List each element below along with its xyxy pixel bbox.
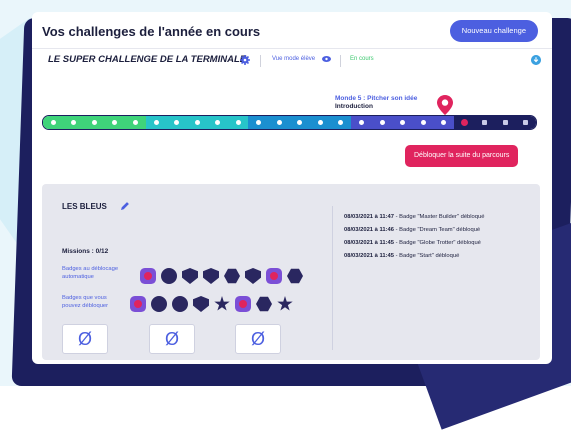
activity-log-item: 08/03/2021 à 11:47 - Badge "Master Build… — [344, 214, 485, 220]
badge-icon — [182, 268, 198, 284]
world-label: Monde 5 : Pitcher son idée — [335, 95, 418, 102]
progress-step[interactable] — [125, 116, 146, 129]
progress-step[interactable] — [43, 116, 64, 129]
step-dot — [317, 120, 323, 125]
progress-step[interactable] — [433, 116, 454, 129]
team-panel: LES BLEUS Missions : 0/12 Badges au débl… — [42, 184, 540, 360]
step-label: Introduction — [335, 103, 373, 110]
badge-icon — [245, 268, 261, 284]
gear-icon[interactable] — [240, 55, 250, 65]
step-dot — [153, 120, 159, 125]
challenge-row: LE SUPER CHALLENGE DE LA TERMINALE Vue m… — [48, 52, 541, 70]
progress-step[interactable] — [310, 116, 331, 129]
badge-icon[interactable] — [277, 296, 293, 311]
pencil-icon[interactable] — [120, 201, 130, 211]
progress-step[interactable] — [145, 116, 167, 129]
progress-step[interactable] — [515, 116, 536, 129]
step-dot — [215, 120, 221, 125]
badge-icon[interactable] — [172, 296, 188, 312]
badge-icon[interactable] — [130, 296, 146, 312]
step-dot — [400, 120, 406, 125]
progress-step[interactable] — [474, 116, 496, 129]
progress-step[interactable] — [269, 116, 290, 129]
activity-log-item: 08/03/2021 à 11:45 - Badge "Globe Trotte… — [344, 240, 481, 246]
unlockable-badges-row — [130, 296, 293, 312]
badge-icon[interactable] — [151, 296, 167, 312]
page-title: Vos challenges de l'année en cours — [42, 24, 261, 39]
panel-divider — [332, 206, 333, 350]
header-divider — [32, 48, 552, 49]
progress-step[interactable] — [166, 116, 187, 129]
step-dot — [338, 120, 344, 125]
auto-badges-label: Badges au déblocage automatique — [62, 266, 119, 280]
separator — [260, 55, 261, 67]
progress-step[interactable] — [330, 116, 352, 129]
eye-icon — [322, 56, 331, 62]
step-dot — [91, 120, 97, 125]
step-dot — [256, 120, 262, 125]
badge-icon[interactable] — [256, 296, 272, 312]
badge-icon — [140, 268, 156, 284]
badge-icon — [266, 268, 282, 284]
separator — [340, 55, 341, 67]
progress-step[interactable] — [351, 116, 372, 129]
empty-badge-slot[interactable]: Ø — [235, 324, 281, 354]
progress-step[interactable] — [186, 116, 208, 129]
progress-step[interactable] — [248, 116, 270, 129]
new-challenge-button[interactable]: Nouveau challenge — [449, 20, 538, 42]
step-dot — [50, 120, 56, 125]
challenge-title: LE SUPER CHALLENGE DE LA TERMINALE — [48, 54, 247, 65]
activity-log-item: 08/03/2021 à 11:45 - Badge "Start" déblo… — [344, 253, 460, 259]
badge-icon — [161, 268, 177, 284]
badge-icon[interactable] — [214, 296, 230, 311]
progress-step[interactable] — [412, 116, 434, 129]
step-dot — [358, 120, 364, 125]
progress-step[interactable] — [84, 116, 105, 129]
empty-badge-slot[interactable]: Ø — [149, 324, 195, 354]
step-dot — [297, 120, 303, 125]
badge-icon[interactable] — [235, 296, 251, 312]
empty-badge-slot[interactable]: Ø — [62, 324, 108, 354]
lock-icon — [482, 120, 488, 125]
lock-icon — [523, 120, 529, 125]
unlock-next-button[interactable]: Débloquer la suite du parcours — [405, 145, 519, 167]
challenges-card: Vos challenges de l'année en cours Nouve… — [32, 12, 552, 364]
progress-track — [42, 115, 537, 130]
student-view-link[interactable]: Vue mode élève — [272, 56, 315, 62]
activity-log-item: 08/03/2021 à 11:46 - Badge "Dream Team" … — [344, 227, 481, 233]
progress-step[interactable] — [495, 116, 516, 129]
progress-step[interactable] — [207, 116, 228, 129]
download-icon[interactable] — [531, 55, 541, 65]
step-dot — [441, 120, 447, 125]
lock-icon — [502, 120, 508, 125]
progress-step[interactable] — [104, 116, 126, 129]
step-dot — [174, 120, 180, 125]
step-dot — [112, 120, 118, 125]
badge-icon — [224, 268, 240, 284]
missions-count: Missions : 0/12 — [62, 248, 109, 255]
unlockable-badges-label: Badges que vous pouvez débloquer — [62, 295, 109, 309]
progress-step[interactable] — [392, 116, 413, 129]
step-dot — [132, 120, 138, 125]
progress-step[interactable] — [453, 116, 475, 129]
team-name: LES BLEUS — [62, 202, 107, 211]
location-pin-icon — [437, 95, 453, 115]
badge-icon[interactable] — [193, 296, 209, 312]
status-badge: En cours — [350, 56, 374, 62]
step-dot — [276, 120, 282, 125]
step-dot — [235, 120, 241, 125]
progress-step[interactable] — [227, 116, 249, 129]
step-dot — [71, 120, 77, 125]
progress-step[interactable] — [371, 116, 393, 129]
current-step-dot — [460, 119, 468, 126]
progress-step[interactable] — [289, 116, 311, 129]
step-dot — [379, 120, 385, 125]
progress-step[interactable] — [63, 116, 85, 129]
step-dot — [194, 120, 200, 125]
badge-icon — [287, 268, 303, 284]
auto-badges-row — [140, 268, 303, 284]
step-dot — [420, 120, 426, 125]
badge-icon — [203, 268, 219, 284]
